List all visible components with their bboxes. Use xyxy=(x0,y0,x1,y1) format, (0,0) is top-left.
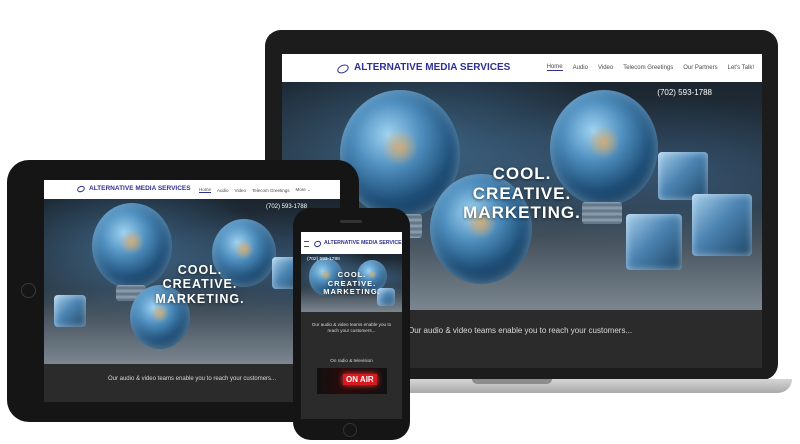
phone-content-band: Our audio & video teams enable you to re… xyxy=(301,312,402,419)
hamburger-icon[interactable] xyxy=(304,241,309,247)
hero-headline: COOL. CREATIVE. MARKETING. xyxy=(155,263,245,306)
tablet-home-button[interactable] xyxy=(21,283,36,298)
phone-home-button[interactable] xyxy=(343,423,357,437)
section-label: On radio & television xyxy=(330,358,373,363)
nav-item-lets-talk[interactable]: Let's Talk! xyxy=(728,65,754,71)
tablet-brand-logo[interactable]: ALTERNATIVE MEDIA SERVICES xyxy=(77,185,191,192)
phone-speaker xyxy=(340,220,362,223)
phone-screen: ALTERNATIVE MEDIA SERVICES (702) 593-178… xyxy=(301,232,402,419)
intro-tagline: Our audio & video teams enable you to re… xyxy=(408,326,633,335)
logo-icon xyxy=(314,240,321,246)
phone-number[interactable]: (702) 593-1788 xyxy=(266,204,307,210)
nav-item-more[interactable]: More ⌄ xyxy=(296,187,311,193)
phone-number[interactable]: (702) 593-1788 xyxy=(657,88,712,97)
phone-brand-logo[interactable]: ALTERNATIVE MEDIA SERVICES xyxy=(314,240,402,246)
brand-name: ALTERNATIVE MEDIA SERVICES xyxy=(354,62,511,73)
on-air-sign: ON AIR xyxy=(343,374,377,385)
on-air-image: ON AIR xyxy=(317,368,387,394)
nav-item-audio[interactable]: Audio xyxy=(217,188,229,193)
tablet-nav: Home Audio Video Telecom Greetings More … xyxy=(199,187,311,193)
nav-item-telecom-greetings[interactable]: Telecom Greetings xyxy=(623,65,673,71)
nav-item-video[interactable]: Video xyxy=(235,188,246,193)
laptop-brand-logo[interactable]: ALTERNATIVE MEDIA SERVICES xyxy=(337,62,510,73)
brand-name: ALTERNATIVE MEDIA SERVICES xyxy=(89,185,191,192)
nav-item-our-partners[interactable]: Our Partners xyxy=(683,65,717,71)
intro-tagline: Our audio & video teams enable you to re… xyxy=(311,322,392,334)
ice-cube-image xyxy=(692,194,752,256)
chevron-down-icon: ⌄ xyxy=(307,187,311,192)
nav-item-home[interactable]: Home xyxy=(546,64,563,71)
ice-cube-image xyxy=(626,214,682,270)
logo-icon xyxy=(77,185,86,192)
laptop-navbar: ALTERNATIVE MEDIA SERVICES Home Audio Vi… xyxy=(282,54,762,82)
nav-item-telecom-greetings[interactable]: Telecom Greetings xyxy=(252,188,290,193)
nav-item-home[interactable]: Home xyxy=(199,187,212,193)
nav-item-video[interactable]: Video xyxy=(598,65,613,71)
phone-hero-image: (702) 593-1788 COOL. CREATIVE. MARKETING… xyxy=(301,254,402,312)
hero-headline: COOL. CREATIVE. MARKETING. xyxy=(463,164,581,223)
ice-cube-image xyxy=(658,152,708,200)
laptop-nav: Home Audio Video Telecom Greetings Our P… xyxy=(546,64,754,71)
tablet-navbar: ALTERNATIVE MEDIA SERVICES Home Audio Vi… xyxy=(44,180,340,199)
logo-icon xyxy=(337,63,351,73)
nav-item-audio[interactable]: Audio xyxy=(573,65,588,71)
phone-number[interactable]: (702) 593-1788 xyxy=(307,257,340,262)
laptop-notch xyxy=(472,379,552,384)
ice-cube-image xyxy=(54,295,86,327)
phone-navbar: ALTERNATIVE MEDIA SERVICES xyxy=(301,232,402,254)
hero-headline: COOL. CREATIVE. MARKETING. xyxy=(323,270,381,297)
brand-name: ALTERNATIVE MEDIA SERVICES xyxy=(324,240,402,246)
